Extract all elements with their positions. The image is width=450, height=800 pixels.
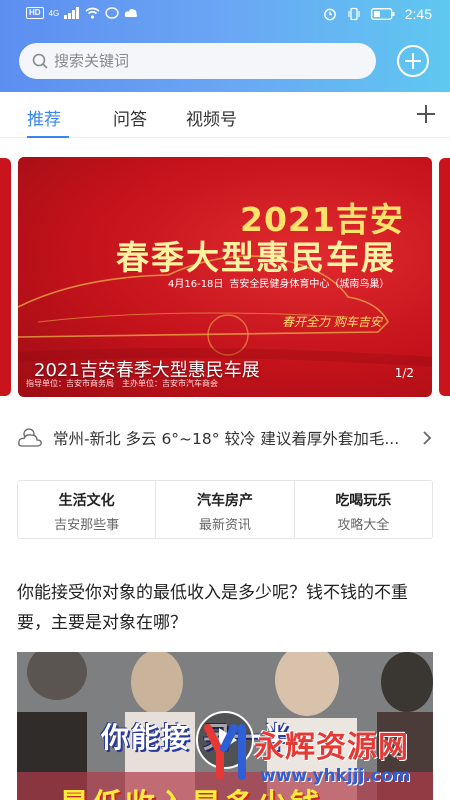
tab-video[interactable]: 视频号 <box>186 105 237 130</box>
banner-prev-peek[interactable] <box>0 158 11 396</box>
search-input[interactable] <box>54 52 334 70</box>
category-title: 汽车房产 <box>196 493 253 509</box>
banner-info-row: 4月16-18日 吉安全民健身体育中心（城南鸟巢） <box>168 275 389 290</box>
banner-date: 4月16-18日 <box>168 279 224 290</box>
vibrate-icon <box>348 7 360 21</box>
article-title[interactable]: 你能接受你对象的最低收入是多少呢？钱不钱的不重要，主要是对象在哪？ <box>17 578 437 638</box>
signal-icon <box>64 7 80 19</box>
cloud-icon <box>18 428 42 447</box>
chevron-right-icon <box>423 431 432 445</box>
category-title: 生活文化 <box>58 493 115 509</box>
banner-footer-host: 主办单位：吉安市汽车商会 <box>122 379 218 388</box>
tab-recommend[interactable]: 推荐 <box>27 105 61 130</box>
category-grid: 生活文化 吉安那些事 汽车房产 最新资讯 吃喝玩乐 攻略大全 <box>17 480 433 539</box>
banner-venue: 吉安全民健身体育中心（城南鸟巢） <box>229 279 390 290</box>
add-circle-icon[interactable] <box>396 44 430 78</box>
watermark-logo-icon <box>204 724 246 780</box>
weather-row[interactable]: 常州-新北 多云 6°~18° 较冷 建议着厚外套加毛... <box>17 420 437 456</box>
add-tab-icon[interactable] <box>414 102 438 126</box>
category-title: 吃喝玩乐 <box>335 493 392 509</box>
banner-next-peek[interactable] <box>439 158 450 396</box>
watermark: 永辉资源网 www.yhkjjj.com <box>200 714 440 800</box>
banner-footer: 指导单位：吉安市商务局 主办单位：吉安市汽车商会 <box>26 378 218 389</box>
status-bar: HD 4G 2:45 <box>0 0 450 32</box>
app-header: HD 4G 2:45 搜索关键词 <box>0 0 450 92</box>
status-time: 2:45 <box>404 6 432 22</box>
weather-text: 常州-新北 多云 6°~18° 较冷 建议着厚外套加毛... <box>53 430 400 448</box>
watermark-text: 永辉资源网 <box>254 730 409 765</box>
category-subtitle: 最新资讯 <box>198 518 251 533</box>
search-bar[interactable] <box>19 43 376 79</box>
message-icon <box>105 7 119 19</box>
category-subtitle: 攻略大全 <box>337 518 390 533</box>
hd-badge: HD <box>26 7 44 19</box>
wifi-icon <box>85 7 100 19</box>
alarm-icon <box>323 8 336 21</box>
battery-icon <box>370 8 395 20</box>
cloud-status-icon <box>124 9 138 17</box>
watermark-url: www.yhkjjj.com <box>260 766 411 786</box>
category-subtitle: 吉安那些事 <box>54 518 120 533</box>
network-label: 4G <box>48 8 60 18</box>
tab-qa[interactable]: 问答 <box>113 105 147 130</box>
banner-page-indicator: 1/2 <box>394 366 414 380</box>
banner-title-main: 春季大型惠民车展 <box>116 238 396 277</box>
category-auto-realestate[interactable]: 汽车房产 最新资讯 <box>156 481 295 538</box>
tab-bar: 推荐 问答 视频号 <box>0 92 450 138</box>
active-tab-indicator <box>27 136 69 138</box>
banner-carousel[interactable]: 2021吉安 春季大型惠民车展 4月16-18日 吉安全民健身体育中心（城南鸟巢… <box>18 157 432 397</box>
banner-slogan: 春开全力 购车吉安 <box>282 315 382 329</box>
category-life-culture[interactable]: 生活文化 吉安那些事 <box>18 481 157 538</box>
banner-footer-guide: 指导单位：吉安市商务局 <box>26 379 114 388</box>
search-icon <box>32 53 48 69</box>
category-food-fun[interactable]: 吃喝玩乐 攻略大全 <box>295 481 432 538</box>
